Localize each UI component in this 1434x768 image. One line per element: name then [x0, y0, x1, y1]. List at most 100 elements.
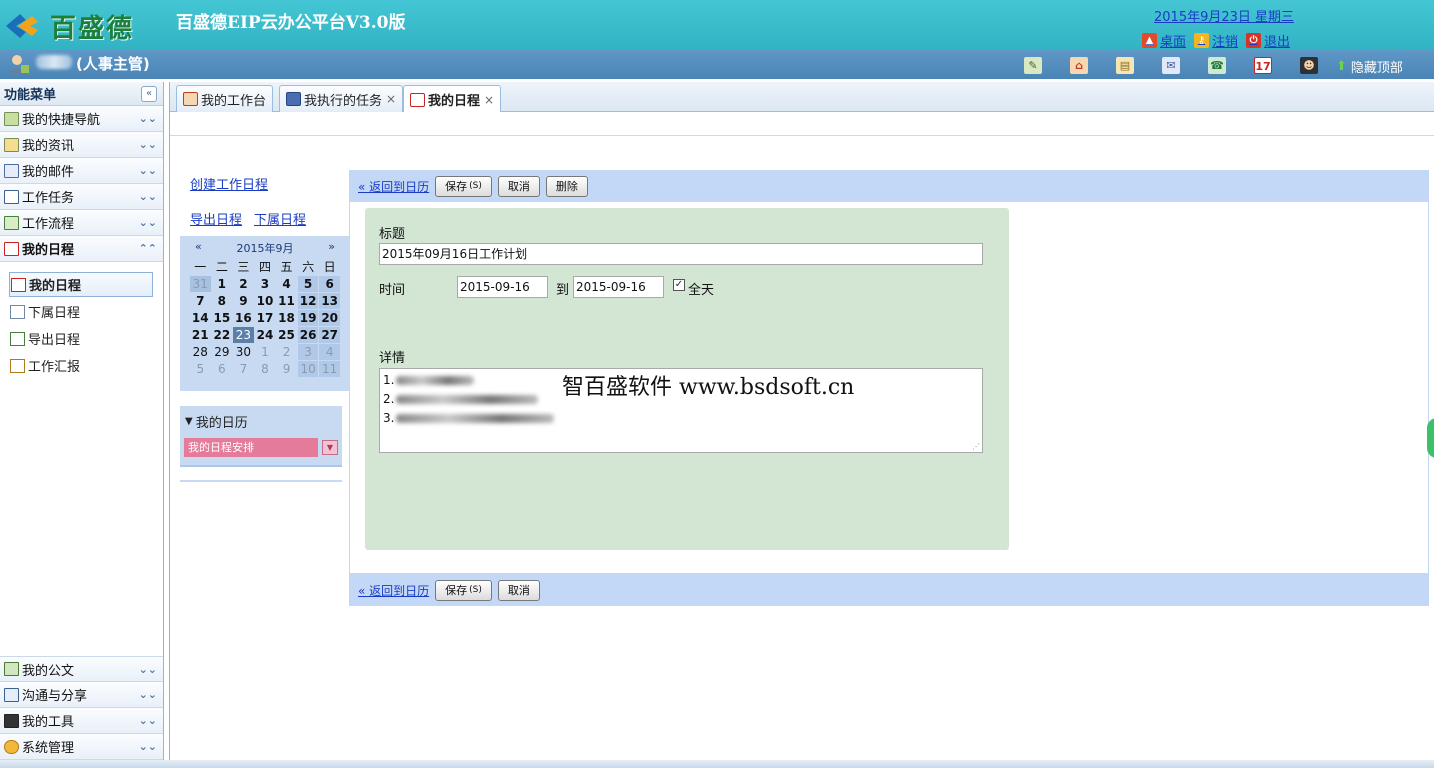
toolbar-calendar-button[interactable]: 17 [1240, 54, 1286, 76]
subordinate-schedule-link[interactable]: 下属日程 [254, 209, 306, 228]
calendar-day[interactable]: 8 [212, 293, 233, 309]
calendar-day[interactable]: 23 [233, 327, 254, 343]
menu-section-shortcut-nav[interactable]: 我的快捷导航 ⌄⌄ [0, 106, 163, 132]
calendar-day[interactable]: 27 [319, 327, 340, 343]
cancel-button[interactable]: 取消 [497, 175, 540, 197]
calendar-day[interactable]: 20 [319, 310, 340, 326]
delete-button[interactable]: 删除 [545, 175, 588, 197]
calendar-day[interactable]: 1 [212, 276, 233, 292]
logout-link[interactable]: ⚷ 注销 [1194, 31, 1238, 50]
calendar-day[interactable]: 6 [319, 276, 340, 292]
calendar-day[interactable]: 7 [190, 293, 211, 309]
calendar-day[interactable]: 19 [297, 310, 319, 326]
collapse-menu-button[interactable]: « [141, 85, 157, 102]
submenu-my-schedule[interactable]: 我的日程 [9, 272, 153, 297]
title-input[interactable]: 2015年09月16日工作计划 [379, 243, 983, 265]
menu-section-share[interactable]: 沟通与分享 ⌄⌄ [0, 682, 163, 708]
menu-section-schedule[interactable]: 我的日程 ⌃⌃ [0, 236, 163, 262]
calendar-day[interactable]: 31 [190, 276, 211, 292]
calendar-day[interactable]: 7 [233, 361, 254, 377]
toolbar-phonebook-button[interactable]: ☎ [1194, 54, 1240, 76]
calendar-day[interactable]: 10 [297, 361, 319, 377]
details-textarea[interactable]: 1. 2. 3. 智百盛软件 www.bsdsoft.cn ⋰ [379, 368, 983, 453]
bottom-status-strip [0, 760, 1434, 768]
my-calendar-header[interactable]: ▼ 我的日历 [180, 406, 342, 431]
calendar-day[interactable]: 1 [255, 344, 276, 360]
calendar-day[interactable]: 4 [276, 276, 297, 292]
desktop-link[interactable]: ▲ 桌面 [1142, 31, 1186, 50]
calendar-item[interactable]: 我的日程安排 [184, 438, 318, 457]
menu-section-mail[interactable]: 我的邮件 ⌄⌄ [0, 158, 163, 184]
floating-green-button[interactable] [1427, 418, 1434, 458]
export-schedule-link[interactable]: 导出日程 [190, 209, 242, 228]
calendar-day[interactable]: 5 [297, 276, 319, 292]
calendar-day[interactable]: 18 [276, 310, 297, 326]
calendar-day[interactable]: 3 [297, 344, 319, 360]
menu-section-tasks[interactable]: 工作任务 ⌄⌄ [0, 184, 163, 210]
save-button[interactable]: 保存 (S) [435, 175, 492, 197]
tab-my-tasks[interactable]: 我执行的任务 × [279, 85, 404, 112]
toolbar-home-button[interactable]: ⌂ [1056, 54, 1102, 76]
calendar-day[interactable]: 28 [190, 344, 211, 360]
calendar-day[interactable]: 9 [233, 293, 254, 309]
calendar-day[interactable]: 30 [233, 344, 254, 360]
calendar-day[interactable]: 12 [297, 293, 319, 309]
exit-link[interactable]: ⏻ 退出 [1246, 31, 1290, 50]
tab-workbench[interactable]: 我的工作台 [176, 85, 274, 112]
calendar-day[interactable]: 26 [297, 327, 319, 343]
calendar-day[interactable]: 13 [319, 293, 340, 309]
calendar-day[interactable]: 10 [255, 293, 276, 309]
prev-month-button[interactable]: « [189, 240, 202, 255]
toolbar-user-button[interactable]: ☻ [1286, 54, 1332, 76]
calendar-day[interactable]: 15 [212, 310, 233, 326]
date-link[interactable]: 2015年9月23日 星期三 [1154, 6, 1294, 25]
submenu-work-report[interactable]: 工作汇报 [9, 353, 153, 378]
menu-section-news[interactable]: 我的资讯 ⌄⌄ [0, 132, 163, 158]
calendar-day[interactable]: 4 [319, 344, 340, 360]
calendar-day[interactable]: 14 [190, 310, 211, 326]
calendar-day[interactable]: 5 [190, 361, 211, 377]
next-month-button[interactable]: » [328, 240, 341, 255]
calendar-day[interactable]: 6 [212, 361, 233, 377]
submenu-subordinate-schedule[interactable]: 下属日程 [9, 299, 153, 324]
tab-my-schedule[interactable]: 我的日程 × [403, 85, 502, 113]
calendar-item-dropdown[interactable]: ▼ [322, 440, 338, 455]
cancel-button[interactable]: 取消 [497, 579, 540, 601]
calendar-day[interactable]: 29 [212, 344, 233, 360]
menu-section-admin[interactable]: 系统管理 ⌄⌄ [0, 734, 163, 760]
calendar-day[interactable]: 16 [233, 310, 254, 326]
toolbar-mail-button[interactable]: ✉ [1148, 54, 1194, 76]
back-to-calendar-link[interactable]: « 返回到日历 [358, 178, 429, 195]
allday-checkbox[interactable]: ✓ [673, 279, 685, 291]
save-button[interactable]: 保存 (S) [435, 579, 492, 601]
hide-top-button[interactable]: ⬆ 隐藏顶部 [1336, 57, 1403, 76]
calendar-day[interactable]: 9 [276, 361, 297, 377]
back-to-calendar-link[interactable]: « 返回到日历 [358, 582, 429, 599]
my-calendar-title: 我的日历 [195, 416, 248, 431]
start-date-input[interactable]: 2015-09-16 [457, 276, 548, 298]
calendar-day[interactable]: 2 [233, 276, 254, 292]
close-icon[interactable]: × [484, 93, 494, 107]
end-date-input[interactable]: 2015-09-16 [573, 276, 664, 298]
create-schedule-link[interactable]: 创建工作日程 [190, 174, 268, 193]
calendar-day[interactable]: 25 [276, 327, 297, 343]
allday-label: 全天 [688, 283, 715, 298]
submenu-export-schedule[interactable]: 导出日程 [9, 326, 153, 351]
calendar-day[interactable]: 11 [276, 293, 297, 309]
resize-grip-icon[interactable]: ⋰ [972, 442, 981, 451]
tab-label: 我的日程 [428, 94, 481, 109]
calendar-day[interactable]: 11 [319, 361, 340, 377]
close-icon[interactable]: × [386, 92, 396, 106]
toolbar-edit-button[interactable]: ✎ [1010, 54, 1056, 76]
calendar-day[interactable]: 3 [255, 276, 276, 292]
menu-section-tools[interactable]: 我的工具 ⌄⌄ [0, 708, 163, 734]
calendar-day[interactable]: 17 [255, 310, 276, 326]
calendar-day[interactable]: 22 [212, 327, 233, 343]
calendar-day[interactable]: 2 [276, 344, 297, 360]
calendar-day[interactable]: 8 [255, 361, 276, 377]
calendar-day[interactable]: 21 [190, 327, 211, 343]
menu-section-workflow[interactable]: 工作流程 ⌄⌄ [0, 210, 163, 236]
calendar-day[interactable]: 24 [255, 327, 276, 343]
menu-section-documents[interactable]: 我的公文 ⌄⌄ [0, 656, 163, 682]
toolbar-clipboard-button[interactable]: ▤ [1102, 54, 1148, 76]
